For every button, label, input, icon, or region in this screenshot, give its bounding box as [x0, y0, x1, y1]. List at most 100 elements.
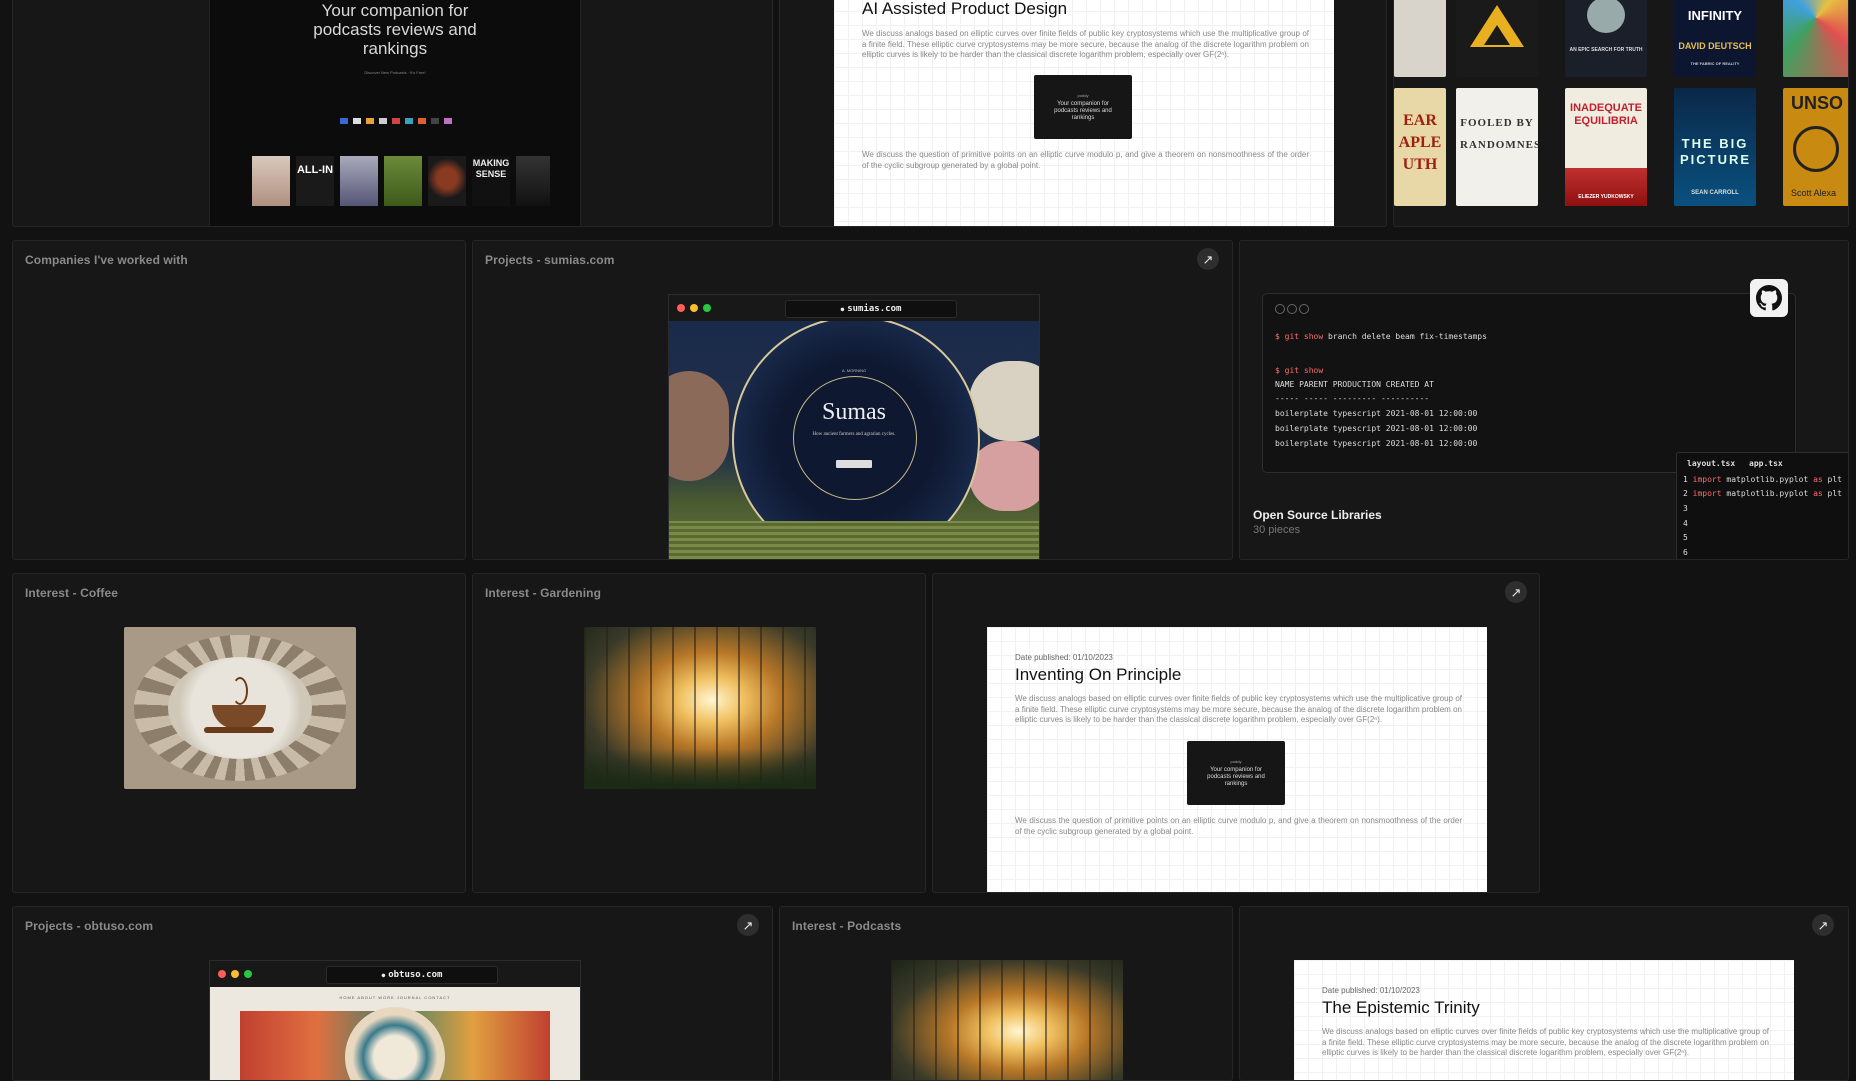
- podcast-site-screenshot: Your companion for podcasts reviews and …: [209, 0, 581, 226]
- open-source-title: Open Source Libraries: [1253, 508, 1382, 522]
- epistemic-open-link[interactable]: ↗: [1812, 914, 1834, 936]
- epistemic-title: The Epistemic Trinity: [1322, 998, 1480, 1017]
- book-cover-fooled[interactable]: FOOLED BY RANDOMNESS: [1456, 88, 1538, 206]
- browser-bar: ● obtuso.com: [210, 961, 580, 987]
- arrow-up-right-icon: ↗: [1510, 584, 1522, 600]
- inventing-article-card[interactable]: ↗ Date published: 01/10/2023 Inventing O…: [932, 573, 1540, 893]
- obtuso-project-card[interactable]: Projects - obtuso.com ↗ ● obtuso.com HOME…: [12, 906, 773, 1081]
- podcast-tile[interactable]: [384, 156, 422, 206]
- maximize-dot-icon: [244, 970, 252, 978]
- book-cover-big-picture[interactable]: THE BIG PICTURE SEAN CARROLL: [1674, 88, 1756, 206]
- book-cover-penrose[interactable]: [1456, 0, 1538, 77]
- terminal-line: boilerplate typescript 2021-08-01 12:00:…: [1275, 439, 1478, 448]
- inventing-paragraph-1: We discuss analogs based on elliptic cur…: [1015, 694, 1462, 725]
- sumias-project-card[interactable]: Projects - sumias.com ↗ ● sumias.com Suma…: [472, 240, 1233, 560]
- terminal-line: $ git show: [1275, 366, 1324, 375]
- books-card[interactable]: AN EPIC SEARCH FOR TRUTH INFINITY DAVID …: [1393, 0, 1849, 227]
- obtuso-site-preview: HOME ABOUT WORK JOURNAL CONTACT: [210, 987, 580, 1080]
- companies-label: Companies I've worked with: [25, 253, 188, 267]
- github-icon[interactable]: [1750, 279, 1788, 317]
- podcasts-interest-card[interactable]: Interest - Podcasts: [779, 906, 1233, 1081]
- git-terminal: $ git show branch delete beam fix-timest…: [1262, 293, 1796, 473]
- book-cover-inadequate[interactable]: INADEQUATE EQUILIBRIA ELIEZER YUDKOWSKY: [1565, 88, 1647, 206]
- sumias-site-tagline: How ancient farmers and agrarian cycles.: [812, 432, 896, 437]
- gardening-card[interactable]: Interest - Gardening: [472, 573, 926, 893]
- sumias-url-bar[interactable]: ● sumias.com: [785, 300, 957, 318]
- obtuso-label: Projects - obtuso.com: [25, 919, 154, 933]
- ai-article-paragraph-2: We discuss the question of primitive poi…: [862, 150, 1309, 170]
- podcast-tile[interactable]: [516, 156, 550, 206]
- book-cover-epic-search[interactable]: AN EPIC SEARCH FOR TRUTH: [1565, 0, 1647, 77]
- close-dot-icon: [218, 970, 226, 978]
- podcast-tiles: ALL-IN MAKING SENSE: [252, 156, 552, 206]
- podcasts-label: Interest - Podcasts: [792, 919, 902, 933]
- sumias-site-title: Sumas: [821, 399, 886, 425]
- minimize-dot-icon: [231, 970, 239, 978]
- arrow-up-right-icon: ↗: [1202, 251, 1214, 267]
- epistemic-paragraph-1: We discuss analogs based on elliptic cur…: [1322, 1027, 1769, 1058]
- gardening-label: Interest - Gardening: [485, 586, 602, 600]
- companies-card[interactable]: Companies I've worked with: [12, 240, 466, 560]
- terminal-dot-icon: [1299, 304, 1309, 314]
- coffee-label: Interest - Coffee: [25, 586, 119, 600]
- podcast-project-card[interactable]: Your companion for podcasts reviews and …: [12, 0, 773, 227]
- sumias-open-link[interactable]: ↗: [1197, 248, 1219, 270]
- terminal-line: boilerplate typescript 2021-08-01 12:00:…: [1275, 424, 1478, 433]
- inventing-thumbnail: poddy Your companion for podcasts review…: [1187, 741, 1285, 805]
- open-source-card[interactable]: $ git show branch delete beam fix-timest…: [1239, 240, 1849, 560]
- coffee-card[interactable]: Interest - Coffee: [12, 573, 466, 893]
- editor-tab-app[interactable]: app.tsx: [1749, 459, 1783, 468]
- epistemic-date: Date published: 01/10/2023: [1322, 986, 1420, 995]
- epistemic-article-preview: Date published: 01/10/2023 The Epistemic…: [1294, 960, 1794, 1080]
- obtuso-browser-mock: ● obtuso.com HOME ABOUT WORK JOURNAL CONT…: [209, 960, 581, 1080]
- podcast-tile-making-sense[interactable]: MAKING SENSE: [472, 156, 510, 206]
- podcast-tile[interactable]: [252, 156, 290, 206]
- terminal-dot-icon: [1287, 304, 1297, 314]
- inventing-open-link[interactable]: ↗: [1505, 581, 1527, 603]
- book-cover-unsong[interactable]: UNSO Scott Alexa: [1783, 88, 1848, 206]
- greenhouse-image: [584, 627, 816, 789]
- obtuso-nav: HOME ABOUT WORK JOURNAL CONTACT: [339, 995, 451, 1000]
- podcasts-greenhouse-image: [891, 960, 1123, 1080]
- obtuso-open-link[interactable]: ↗: [737, 914, 759, 936]
- arrow-up-right-icon: ↗: [1817, 917, 1829, 933]
- podcast-tile-rogan[interactable]: [428, 156, 466, 206]
- inventing-paragraph-2: We discuss the question of primitive poi…: [1015, 816, 1462, 836]
- sumias-tag: A. MORNING: [841, 368, 867, 373]
- minimize-dot-icon: [690, 304, 698, 312]
- ai-article-paragraph-1: We discuss analogs based on elliptic cur…: [862, 29, 1309, 60]
- ai-article-thumbnail: poddy Your companion for podcasts review…: [1034, 75, 1132, 139]
- book-cover-truth[interactable]: EAR APLE UTH: [1394, 88, 1446, 206]
- podcast-headline: Your companion for podcasts reviews and …: [313, 1, 477, 58]
- obtuso-url-bar[interactable]: ● obtuso.com: [326, 966, 498, 984]
- open-source-count: 30 pieces: [1253, 524, 1301, 536]
- podcast-tile-allin[interactable]: ALL-IN: [296, 156, 334, 206]
- podcast-tile[interactable]: [340, 156, 378, 206]
- terminal-line: NAME PARENT PRODUCTION CREATED AT: [1275, 380, 1434, 389]
- epistemic-article-card[interactable]: ↗ Date published: 01/10/2023 The Epistem…: [1239, 906, 1849, 1081]
- terminal-line: $ git show branch delete beam fix-timest…: [1275, 332, 1487, 341]
- sumias-label: Projects - sumias.com: [485, 253, 615, 267]
- editor-tab-layout[interactable]: layout.tsx: [1687, 459, 1735, 468]
- terminal-dot-icon: [1275, 304, 1285, 314]
- podcast-tiny-line: Discover New Podcasts · It's Free!: [364, 70, 426, 75]
- ai-article-preview: AI Assisted Product Design We discuss an…: [834, 0, 1334, 226]
- book-cover[interactable]: [1394, 0, 1446, 77]
- lock-icon: ●: [381, 971, 386, 979]
- inventing-title: Inventing On Principle: [1015, 665, 1182, 684]
- maximize-dot-icon: [703, 304, 711, 312]
- code-line: 4: [1683, 519, 1688, 528]
- code-line: 6: [1683, 548, 1688, 557]
- terminal-line: ----- ----- --------- ----------: [1275, 394, 1430, 403]
- code-line: 5: [1683, 533, 1688, 542]
- ai-article-card[interactable]: AI Assisted Product Design We discuss an…: [779, 0, 1387, 227]
- browser-bar: ● sumias.com: [669, 295, 1039, 321]
- arrow-up-right-icon: ↗: [742, 917, 754, 933]
- sumias-cta[interactable]: [836, 460, 872, 468]
- inventing-date: Date published: 01/10/2023: [1015, 653, 1113, 662]
- book-cover-colorful[interactable]: [1783, 0, 1848, 77]
- code-line: 1 import matplotlib.pyplot as plt: [1683, 475, 1842, 484]
- book-cover-infinity[interactable]: INFINITY DAVID DEUTSCH THE FABRIC OF REA…: [1674, 0, 1756, 77]
- close-dot-icon: [677, 304, 685, 312]
- podcast-logo-strip: [340, 118, 452, 124]
